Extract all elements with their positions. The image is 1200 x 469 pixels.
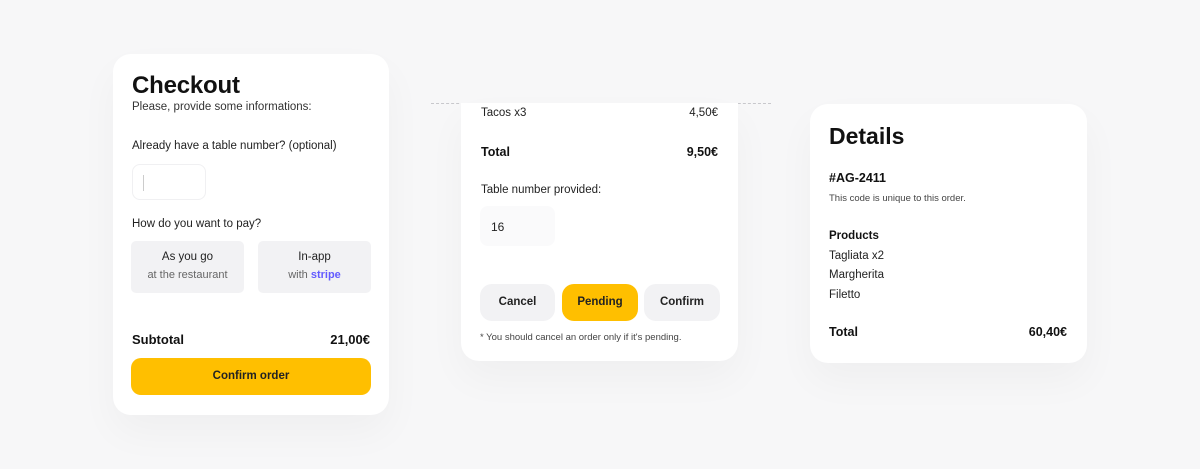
pay-option-subtitle: with stripe — [258, 269, 371, 281]
checkout-card: Checkout Please, provide some informatio… — [113, 54, 389, 415]
pending-button[interactable]: Pending — [562, 284, 638, 321]
subtotal-value: 21,00€ — [330, 332, 370, 347]
cancel-note: * You should cancel an order only if it'… — [480, 332, 682, 343]
table-number-label: Already have a table number? (optional) — [132, 140, 337, 152]
products-heading: Products — [829, 230, 879, 242]
receipt-card: Tacos x3 4,50€ Total 9,50€ Table number … — [461, 103, 738, 361]
details-total-label: Total — [829, 325, 858, 339]
text-caret — [143, 175, 144, 191]
details-card: Details #AG-2411 This code is unique to … — [810, 104, 1087, 363]
checkout-title: Checkout — [132, 72, 240, 99]
checkout-subtitle: Please, provide some informations: — [132, 101, 312, 113]
pay-option-subtitle: at the restaurant — [147, 269, 228, 281]
receipt-total-label: Total — [481, 145, 510, 159]
pay-with-label: with — [288, 269, 308, 281]
confirm-button[interactable]: Confirm — [644, 284, 720, 321]
pay-method-label: How do you want to pay? — [132, 218, 262, 230]
stripe-logo: stripe — [310, 269, 341, 281]
details-total-value: 60,40€ — [1028, 325, 1067, 339]
pay-option-title: In-app — [298, 251, 331, 263]
table-number-value: 16 — [480, 206, 555, 246]
table-number-input[interactable] — [132, 164, 206, 200]
pay-option-as-you-go[interactable]: As you go at the restaurant — [131, 241, 244, 293]
product-item: Margherita — [829, 269, 884, 281]
pay-option-title: As you go — [161, 251, 214, 263]
product-item: Filetto — [829, 289, 861, 301]
table-provided-label: Table number provided: — [481, 184, 602, 196]
product-item: Tagliata x2 — [829, 250, 884, 262]
receipt-total-value: 9,50€ — [686, 145, 718, 159]
order-code: #AG-2411 — [829, 171, 886, 185]
cancel-button[interactable]: Cancel — [480, 284, 555, 321]
details-title: Details — [829, 123, 905, 149]
receipt-item-price: 4,50€ — [689, 107, 718, 119]
receipt-item-name: Tacos x3 — [481, 107, 527, 119]
subtotal-label: Subtotal — [132, 332, 184, 347]
pay-option-in-app[interactable]: In-app with stripe — [258, 241, 371, 293]
order-code-note: This code is unique to this order. — [829, 193, 966, 204]
confirm-order-button[interactable]: Confirm order — [131, 358, 371, 395]
